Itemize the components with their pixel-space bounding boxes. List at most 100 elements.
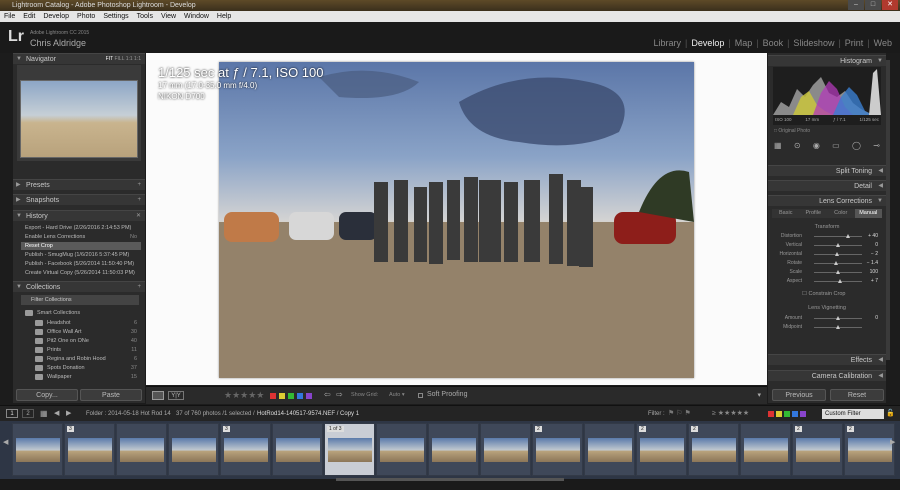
- filter-color-blue[interactable]: [792, 411, 798, 417]
- slider-knob[interactable]: [836, 243, 840, 247]
- filmstrip-thumbnail[interactable]: [480, 423, 531, 476]
- toolbar-menu-icon[interactable]: ▾: [757, 391, 761, 399]
- filter-color-green[interactable]: [784, 411, 790, 417]
- history-item[interactable]: Publish - Facebook (5/26/2014 11:50:40 P…: [21, 260, 141, 268]
- menu-edit[interactable]: Edit: [23, 11, 35, 22]
- slider-value[interactable]: − 1.4: [860, 260, 878, 267]
- snapshots-header[interactable]: ▶ Snapshots +: [13, 194, 145, 205]
- slider-knob[interactable]: [836, 325, 840, 329]
- show-grid-label[interactable]: Show Grid:: [351, 392, 378, 398]
- history-item-selected[interactable]: Reset Crop: [21, 242, 141, 250]
- graduated-filter-icon[interactable]: ▭: [832, 141, 840, 153]
- color-label-green[interactable]: [288, 393, 294, 399]
- slider-knob[interactable]: [836, 270, 840, 274]
- zoom-custom[interactable]: 1:1: [134, 56, 141, 62]
- paste-button[interactable]: Paste: [80, 389, 142, 401]
- filmstrip-thumbnail[interactable]: 2: [532, 423, 583, 476]
- original-photo-toggle[interactable]: □ Original Photo: [774, 128, 810, 134]
- tab-basic[interactable]: Basic: [772, 209, 800, 218]
- collection-item[interactable]: Headshot 6: [33, 319, 141, 327]
- menu-settings[interactable]: Settings: [103, 11, 128, 22]
- collection-item[interactable]: Prints 11: [33, 346, 141, 354]
- slider-vertical[interactable]: Vertical 0: [772, 242, 882, 249]
- filmstrip-thumbnail-selected[interactable]: 1 of 3: [324, 423, 375, 476]
- menu-view[interactable]: View: [161, 11, 176, 22]
- slider-knob[interactable]: [837, 279, 842, 283]
- stack-badge[interactable]: 2: [691, 426, 698, 432]
- slider-track[interactable]: [814, 236, 862, 237]
- collection-item[interactable]: Wallpaper 15: [33, 373, 141, 381]
- effects-header[interactable]: Effects ◀: [768, 354, 886, 365]
- histogram-header[interactable]: Histogram ▼: [768, 55, 886, 66]
- slider-value[interactable]: 100: [860, 269, 878, 276]
- lens-corrections-header[interactable]: Lens Corrections ▼: [768, 195, 886, 206]
- menu-help[interactable]: Help: [217, 11, 231, 22]
- filter-lock-icon[interactable]: 🔓: [886, 406, 895, 422]
- menu-photo[interactable]: Photo: [77, 11, 95, 22]
- history-item[interactable]: Enable Lens Corrections No: [21, 233, 141, 241]
- crop-tool-icon[interactable]: ▦: [774, 141, 782, 153]
- navigator-thumbnail[interactable]: [20, 80, 138, 158]
- rating-stars[interactable]: ★★★★★: [224, 390, 264, 401]
- copy-button[interactable]: Copy...: [16, 389, 78, 401]
- histogram-graph[interactable]: ISO 100 17 mm ƒ / 7.1 1/125 sec: [773, 67, 881, 125]
- module-library[interactable]: Library: [653, 38, 681, 48]
- zoom-fit[interactable]: FIT: [106, 56, 113, 62]
- slider-scale[interactable]: Scale 100: [772, 269, 882, 276]
- filmstrip-thumbnail[interactable]: 3: [220, 423, 271, 476]
- stack-badge[interactable]: 2: [795, 426, 802, 432]
- menu-tools[interactable]: Tools: [137, 11, 153, 22]
- add-snapshot-icon[interactable]: +: [137, 195, 141, 206]
- filmstrip-thumbnail[interactable]: [584, 423, 635, 476]
- loupe-view-icon[interactable]: [152, 391, 164, 400]
- tab-manual[interactable]: Manual: [854, 209, 882, 218]
- constrain-crop-checkbox[interactable]: ☐ Constrain Crop: [802, 291, 845, 297]
- filmstrip-thumbnail[interactable]: 2: [792, 423, 843, 476]
- folder-source[interactable]: Folder : 2014-05-18 Hot Rod 14: [86, 406, 171, 422]
- back-arrow-icon[interactable]: ◀: [54, 406, 59, 422]
- filmstrip-thumbnail[interactable]: 2: [636, 423, 687, 476]
- custom-filter-select[interactable]: Custom Filter: [822, 409, 884, 419]
- color-label-red[interactable]: [270, 393, 276, 399]
- filmstrip-thumbnail[interactable]: [428, 423, 479, 476]
- add-collection-icon[interactable]: +: [137, 282, 141, 293]
- stack-badge[interactable]: 1 of 3: [327, 426, 344, 432]
- filter-stars[interactable]: ≥ ★★★★★: [712, 406, 749, 422]
- adjustment-brush-icon[interactable]: ⊸: [873, 141, 880, 153]
- filter-collections-input[interactable]: Filter Collections: [21, 295, 139, 305]
- collection-item[interactable]: Regina and Robin Hood 6: [33, 355, 141, 363]
- maximize-button[interactable]: □: [865, 0, 881, 10]
- page-2-button[interactable]: 2: [22, 409, 34, 418]
- module-map[interactable]: Map: [735, 38, 753, 48]
- slider-aspect[interactable]: Aspect + 7: [772, 278, 882, 285]
- menu-window[interactable]: Window: [184, 11, 209, 22]
- slider-midpoint[interactable]: Midpoint: [772, 324, 882, 331]
- zoom-1-1[interactable]: 1:1: [126, 56, 133, 62]
- slider-knob[interactable]: [835, 252, 840, 256]
- filter-flag-icon[interactable]: ⚑ ⚐ ⚑: [668, 406, 691, 422]
- menu-file[interactable]: File: [4, 11, 15, 22]
- slider-knob[interactable]: [834, 261, 839, 265]
- stack-badge[interactable]: 2: [535, 426, 542, 432]
- slider-distortion[interactable]: Distortion + 40: [772, 233, 882, 240]
- previous-photo-icon[interactable]: ⇦: [324, 390, 331, 399]
- slider-value[interactable]: 0: [860, 242, 878, 249]
- menu-develop[interactable]: Develop: [43, 11, 69, 22]
- module-book[interactable]: Book: [763, 38, 784, 48]
- filter-color-red[interactable]: [768, 411, 774, 417]
- collections-header[interactable]: ▼ Collections +: [13, 281, 145, 292]
- previous-button[interactable]: Previous: [772, 389, 826, 401]
- grid-auto-select[interactable]: Auto ▾: [389, 392, 405, 398]
- stack-badge[interactable]: 2: [639, 426, 646, 432]
- history-item[interactable]: Create Virtual Copy (5/26/2014 11:50:03 …: [21, 269, 141, 277]
- zoom-fill[interactable]: FILL: [114, 56, 124, 62]
- slider-amount[interactable]: Amount 0: [772, 315, 882, 322]
- module-slideshow[interactable]: Slideshow: [793, 38, 834, 48]
- selected-filename[interactable]: HotRod14-140517-9574.NEF / Copy 1: [257, 406, 359, 422]
- filmstrip-thumbnail[interactable]: 3: [64, 423, 115, 476]
- close-button[interactable]: ✕: [882, 0, 898, 10]
- filmstrip-thumbnail[interactable]: [376, 423, 427, 476]
- before-after-icon[interactable]: Y|Y: [168, 391, 184, 400]
- collection-item[interactable]: Pit2 One on ONe 40: [33, 337, 141, 345]
- forward-arrow-icon[interactable]: ▶: [66, 406, 71, 422]
